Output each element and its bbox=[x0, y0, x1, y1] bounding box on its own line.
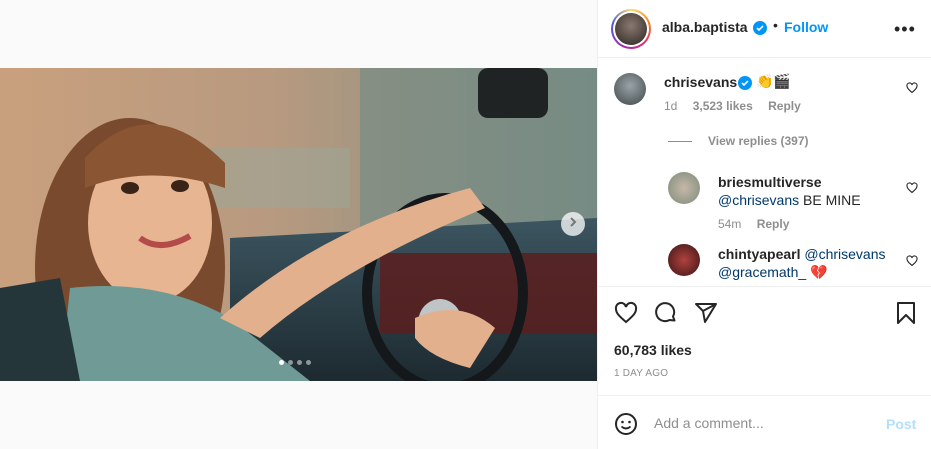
carousel-indicator bbox=[279, 360, 311, 365]
media-pane bbox=[0, 0, 597, 449]
post-sidebar: alba.baptista • Follow ••• chrisevans 👏🎬… bbox=[597, 0, 931, 449]
reply-button[interactable]: Reply bbox=[768, 99, 801, 113]
comment-text: 👏🎬 bbox=[756, 73, 791, 89]
chevron-right-icon bbox=[567, 215, 579, 233]
like-comment-heart-icon[interactable] bbox=[906, 81, 918, 94]
comment-input[interactable] bbox=[654, 410, 874, 436]
comment-age: 1d bbox=[664, 99, 678, 113]
reply-age: 54m bbox=[718, 217, 742, 231]
heart-icon[interactable] bbox=[614, 301, 638, 325]
author-username[interactable]: alba.baptista bbox=[662, 19, 748, 35]
verified-badge-icon bbox=[753, 21, 767, 35]
view-replies-button[interactable]: View replies (397) bbox=[668, 134, 809, 148]
header-separator: • bbox=[773, 17, 778, 33]
more-options-button[interactable]: ••• bbox=[894, 20, 916, 38]
verified-badge-icon bbox=[738, 76, 752, 90]
reply-button[interactable]: Reply bbox=[757, 217, 790, 231]
share-icon[interactable] bbox=[694, 301, 718, 325]
reply-username[interactable]: briesmultiverse bbox=[718, 174, 822, 190]
post-photo[interactable] bbox=[0, 68, 597, 381]
mention-link[interactable]: @gracemath_ bbox=[718, 264, 806, 280]
reply-avatar[interactable] bbox=[668, 244, 700, 276]
reply-body: BE MINE bbox=[799, 192, 861, 208]
post-comment-button[interactable]: Post bbox=[886, 416, 916, 432]
mention-link[interactable]: @chrisevans bbox=[718, 192, 799, 208]
next-slide-button[interactable] bbox=[561, 212, 585, 236]
author-avatar[interactable] bbox=[611, 9, 651, 49]
comment-username[interactable]: chrisevans bbox=[664, 74, 737, 90]
likes-count[interactable]: 60,783 likes bbox=[614, 342, 692, 358]
post-timestamp[interactable]: 1 DAY AGO bbox=[614, 368, 668, 379]
comment-meta: 1d 3,523 likes Reply bbox=[664, 99, 801, 113]
mention-link[interactable]: @chrisevans bbox=[804, 246, 885, 262]
view-replies-label: View replies (397) bbox=[708, 134, 809, 148]
post-header: alba.baptista • Follow ••• bbox=[598, 0, 931, 58]
carousel-dot bbox=[279, 360, 284, 365]
comment-icon[interactable] bbox=[654, 301, 678, 325]
commenter-avatar[interactable] bbox=[614, 73, 646, 105]
carousel-dot bbox=[288, 360, 293, 365]
bookmark-icon[interactable] bbox=[894, 301, 918, 325]
reply-avatar[interactable] bbox=[668, 172, 700, 204]
emoji-icon[interactable] bbox=[614, 412, 638, 436]
follow-button[interactable]: Follow bbox=[784, 19, 828, 35]
photo-illustration bbox=[0, 68, 597, 381]
reply-text: chintyapearl @chrisevans bbox=[718, 246, 886, 262]
reply-text: @gracemath_ 💔 bbox=[718, 264, 827, 281]
more-icon: ••• bbox=[894, 19, 916, 39]
post-actions: 60,783 likes 1 DAY AGO bbox=[598, 286, 931, 394]
like-reply-heart-icon[interactable] bbox=[906, 254, 918, 267]
reply-body: 💔 bbox=[806, 264, 828, 280]
carousel-dot bbox=[297, 360, 302, 365]
reply-text: @chrisevans BE MINE bbox=[718, 192, 861, 208]
carousel-dot bbox=[306, 360, 311, 365]
reply-meta: 54m Reply bbox=[718, 217, 789, 231]
like-reply-heart-icon[interactable] bbox=[906, 181, 918, 194]
reply-username[interactable]: chintyapearl bbox=[718, 246, 800, 262]
add-comment-bar: Post bbox=[598, 395, 931, 449]
comments-list: chrisevans 👏🎬 1d 3,523 likes Reply View … bbox=[598, 59, 931, 285]
comment-likes[interactable]: 3,523 likes bbox=[693, 99, 753, 113]
replies-divider bbox=[668, 141, 692, 143]
